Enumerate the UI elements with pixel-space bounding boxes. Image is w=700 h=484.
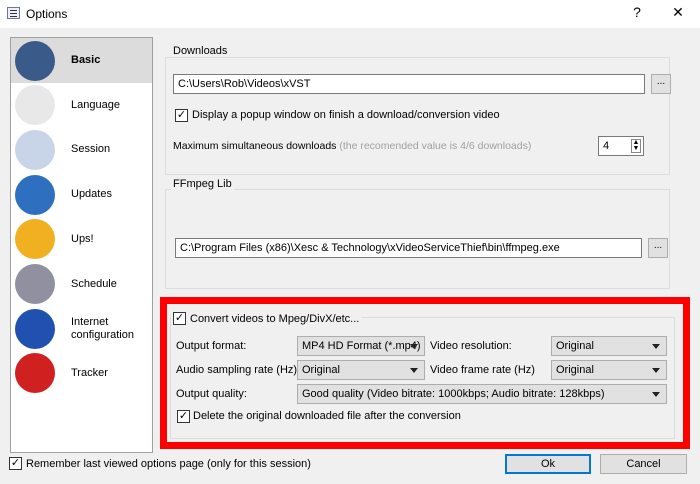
remember-page-label: Remember last viewed options page (only … xyxy=(26,458,311,470)
output-format-select[interactable]: MP4 HD Format (*.mp4) xyxy=(297,336,425,356)
video-resolution-label: Video resolution: xyxy=(430,340,512,352)
window-title: Options xyxy=(26,7,68,21)
max-downloads-value: 4 xyxy=(603,140,610,152)
sidebar-item-language[interactable]: Language xyxy=(11,83,152,128)
sidebar-item-label: Internet configuration xyxy=(71,315,134,341)
hammer-icon xyxy=(15,40,55,81)
scroll-icon xyxy=(15,85,55,126)
sidebar-item-label: Basic xyxy=(71,54,101,66)
downloads-path-input[interactable]: C:\Users\Rob\Videos\xVST xyxy=(173,74,645,94)
close-button[interactable]: ✕ xyxy=(668,4,688,21)
chevron-down-icon xyxy=(652,368,660,373)
max-downloads-text: Maximum simultaneous downloads xyxy=(173,140,337,152)
sidebar-item-label: Session xyxy=(71,143,111,156)
sidebar-item-session[interactable]: Session xyxy=(11,127,152,172)
chevron-down-icon xyxy=(652,392,660,397)
popup-checkbox-label: Display a popup window on finish a downl… xyxy=(192,109,500,121)
bug-magnifier-icon xyxy=(15,353,55,394)
cancel-button[interactable]: Cancel xyxy=(600,454,687,474)
video-resolution-value: Original xyxy=(556,340,594,352)
frame-rate-select[interactable]: Original xyxy=(551,360,667,380)
delete-original-label: Delete the original downloaded file afte… xyxy=(193,410,461,422)
sidebar-item-label: Tracker xyxy=(71,366,108,379)
sidebar-item-schedule[interactable]: Schedule xyxy=(11,262,152,307)
chevron-down-icon xyxy=(410,368,418,373)
network-globe-icon xyxy=(15,308,55,349)
delete-original-checkbox[interactable]: ✓ xyxy=(177,410,190,423)
max-downloads-label: Maximum simultaneous downloads (the reco… xyxy=(173,140,531,152)
clock-icon xyxy=(15,264,55,304)
output-quality-value: Good quality (Video bitrate: 1000kbps; A… xyxy=(302,388,605,400)
sidebar-item-label: Schedule xyxy=(71,277,117,290)
sidebar-item-ups[interactable]: Ups! xyxy=(11,217,152,262)
convert-checkbox-label: Convert videos to Mpeg/DivX/etc... xyxy=(190,312,360,325)
downloads-group-title: Downloads xyxy=(171,45,230,57)
ffmpeg-browse-button[interactable]: ... xyxy=(648,238,668,258)
popup-checkbox[interactable]: ✓ xyxy=(175,109,188,122)
sidebar-item-internet-configuration[interactable]: Internet configuration xyxy=(11,306,152,351)
sidebar-item-tracker[interactable]: Tracker xyxy=(11,351,152,396)
output-format-value: MP4 HD Format (*.mp4) xyxy=(302,340,421,352)
max-downloads-hint: (the recomended value is 4/6 downloads) xyxy=(339,140,532,152)
remember-page-checkbox[interactable]: ✓ xyxy=(9,457,22,470)
chevron-down-icon xyxy=(652,344,660,349)
output-format-label: Output format: xyxy=(176,340,247,352)
ffmpeg-path-input[interactable]: C:\Program Files (x86)\Xesc & Technology… xyxy=(175,238,642,258)
convert-group-header: ✓ Convert videos to Mpeg/DivX/etc... xyxy=(171,312,362,325)
sidebar-item-label: Ups! xyxy=(71,232,94,245)
sidebar-item-label: Language xyxy=(71,98,120,111)
sidebar-item-label: Updates xyxy=(71,188,112,201)
ok-button[interactable]: Ok xyxy=(505,454,591,474)
output-quality-label: Output quality: xyxy=(176,388,247,400)
frame-rate-label: Video frame rate (Hz) xyxy=(430,364,535,376)
audio-rate-label: Audio sampling rate (Hz): xyxy=(176,364,301,376)
video-resolution-select[interactable]: Original xyxy=(551,336,667,356)
notepad-pen-icon xyxy=(15,129,55,170)
audio-rate-value: Original xyxy=(302,364,340,376)
spin-arrows-icon[interactable]: ▲ ▼ xyxy=(631,139,641,153)
frame-rate-value: Original xyxy=(556,364,594,376)
options-app-icon xyxy=(7,7,20,19)
shield-icon xyxy=(15,219,55,260)
sidebar-item-updates[interactable]: Updates xyxy=(11,172,152,217)
options-page-list: Basic Language Session Updates Ups! Schedule I… xyxy=(10,37,153,453)
ffmpeg-group-title: FFmpeg Lib xyxy=(171,178,234,190)
max-downloads-spinbox[interactable]: 4 ▲ ▼ xyxy=(598,136,644,156)
help-button[interactable]: ? xyxy=(627,4,647,20)
chevron-down-icon xyxy=(410,344,418,349)
audio-rate-select[interactable]: Original xyxy=(297,360,425,380)
globe-update-icon xyxy=(15,174,55,215)
output-quality-select[interactable]: Good quality (Video bitrate: 1000kbps; A… xyxy=(297,384,667,404)
sidebar-item-basic[interactable]: Basic xyxy=(11,38,152,83)
downloads-browse-button[interactable]: ... xyxy=(651,74,671,94)
title-bar: Options ? ✕ xyxy=(0,0,700,28)
convert-checkbox[interactable]: ✓ xyxy=(173,312,186,325)
